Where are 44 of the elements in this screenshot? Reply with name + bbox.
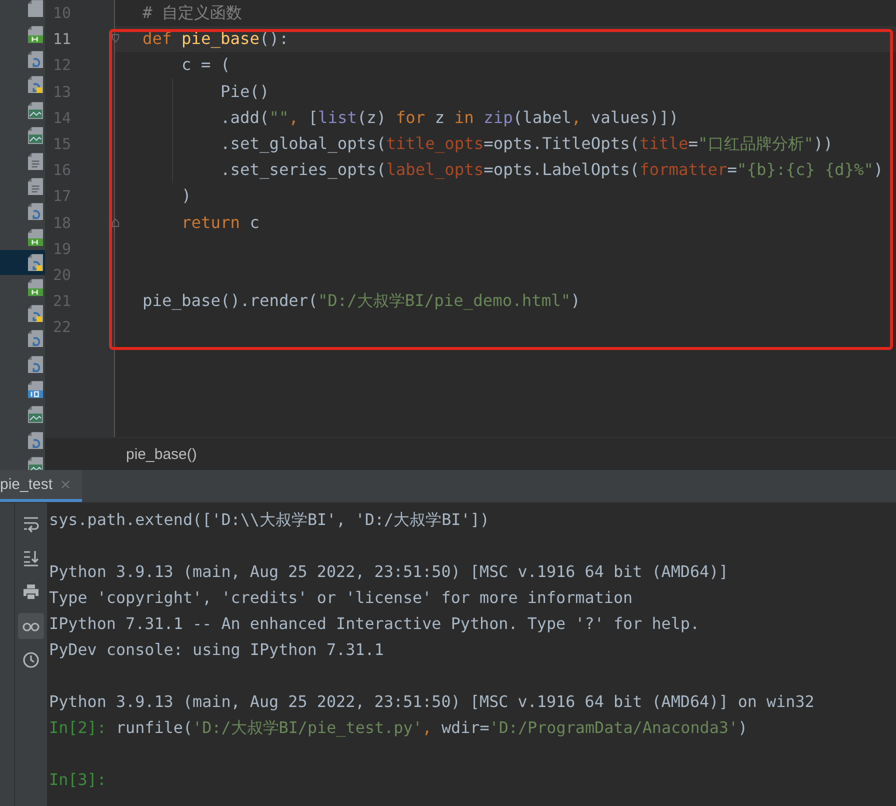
html-file-icon xyxy=(28,279,43,296)
python-file-icon xyxy=(28,356,43,373)
code-line: .add("", [list(z) for z in zip(label, values)]) xyxy=(219,108,679,127)
text-file-icon xyxy=(28,178,43,195)
python-file-icon xyxy=(28,76,43,94)
python-file-icon xyxy=(28,330,43,348)
image-file-icon xyxy=(28,406,43,424)
html-file-icon xyxy=(28,26,43,43)
console-line: Type 'copyright', 'credits' or 'license' for more information xyxy=(49,588,633,607)
python-file-icon xyxy=(28,254,43,272)
console-line: IPython 7.31.1 -- An enhanced Interactive Python. Type '?' for help. xyxy=(49,614,700,633)
python-file-icon xyxy=(28,304,43,322)
console-line: Python 3.9.13 (main, Aug 25 2022, 23:51:50) [MSC v.1916 64 bit (AMD64)] on win32 xyxy=(49,692,814,711)
code-line: pie_base().render("D:/大叔学BI/pie_demo.html") xyxy=(142,291,580,310)
line-number: 11 xyxy=(52,29,72,50)
python-file-icon xyxy=(28,203,43,220)
code-line: .set_series_opts(label_opts=opts.LabelOpts(formatter="{b}:{c} {d}%") xyxy=(219,160,884,180)
html-file-icon xyxy=(28,228,43,246)
notebook-file-icon xyxy=(28,381,43,398)
console-line: Python 3.9.13 (main, Aug 25 2022, 23:51:50) [MSC v.1916 64 bit (AMD64)] xyxy=(49,562,728,581)
code-line: def pie_base(): xyxy=(142,29,289,48)
code-line: # 自定义函数 xyxy=(142,3,242,22)
code-line: c = ( xyxy=(180,55,230,74)
text-file-icon xyxy=(28,152,43,170)
console-line: In[2]: runfile('D:/大叔学BI/pie_test.py', wdir='D:/ProgramData/Anaconda3') xyxy=(49,718,748,737)
console-line: In[3]: xyxy=(49,770,106,789)
code-line: ) xyxy=(180,186,192,206)
file-icon xyxy=(28,0,43,18)
code-line: Pie() xyxy=(219,82,270,101)
python-file-icon xyxy=(28,50,43,68)
image-file-icon xyxy=(28,457,43,470)
breadcrumb[interactable]: pie_base() xyxy=(126,446,197,462)
fold-marker-icon[interactable] xyxy=(112,34,119,44)
python-file-icon xyxy=(28,432,43,449)
console-line: sys.path.extend(['D:\\大叔学BI', 'D:/大叔学BI']) xyxy=(49,510,490,529)
glasses-icon[interactable] xyxy=(18,613,44,639)
code-line: .set_global_opts(title_opts=opts.TitleOpts(title="口红品牌分析")) xyxy=(219,134,834,153)
fold-marker-icon[interactable] xyxy=(112,218,119,226)
code-line: return c xyxy=(180,212,260,232)
console-line: PyDev console: using IPython 7.31.1 xyxy=(49,640,384,659)
image-file-icon xyxy=(28,102,43,119)
tree-row[interactable] xyxy=(0,250,45,276)
image-file-icon xyxy=(28,127,43,144)
console-tab[interactable]: pie_test xyxy=(0,470,82,502)
